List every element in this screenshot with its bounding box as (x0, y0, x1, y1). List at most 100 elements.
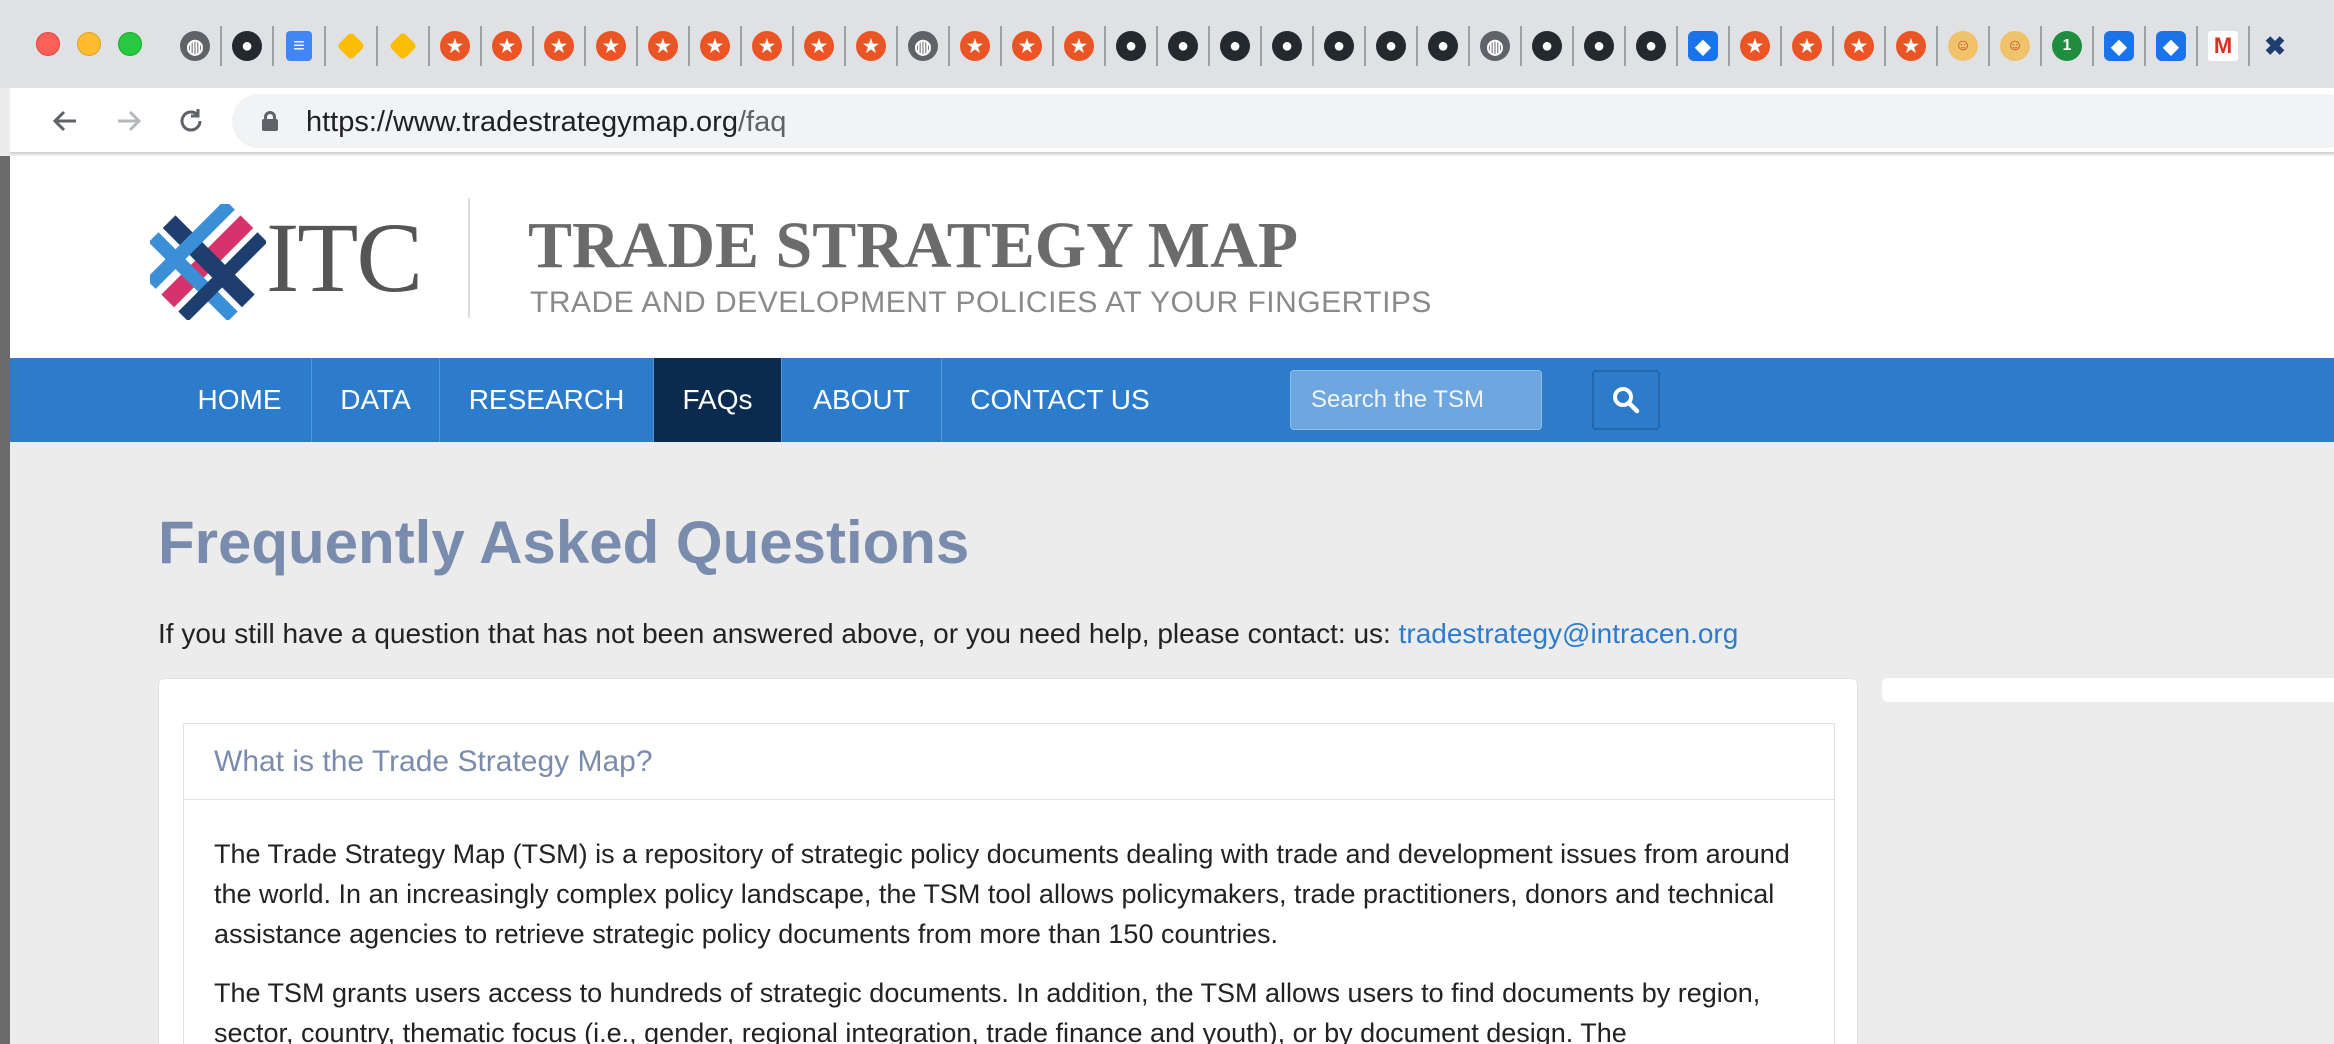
auth0-icon: ★ (700, 31, 730, 61)
pinned-tab[interactable]: ★ (532, 26, 584, 66)
forward-button[interactable] (110, 102, 148, 140)
pinned-tabs: ◍ ● ≡ ★ ★ ★ ★ ★ ★ ★ ★ ★ ◍ ★ ★ ★ ● ● ● ● ● ● ● ◍ ● ● ● ◆ ★ ★ ★ ★ ☺ ☺ 1 ◆ ◆ M ✖ (170, 26, 2300, 66)
auth0-icon: ★ (1792, 31, 1822, 61)
pinned-tab[interactable]: ● (1364, 26, 1416, 66)
itc-logo-text[interactable]: ITC (266, 200, 423, 315)
auth0-icon: ★ (804, 31, 834, 61)
github-icon: ● (1636, 31, 1666, 61)
side-panel (1882, 678, 2334, 702)
nav-label: FAQs (682, 384, 753, 415)
pinned-tab[interactable]: ● (1624, 26, 1676, 66)
address-bar[interactable]: https://www.tradestrategymap.org/faq (232, 94, 2334, 148)
nav-item-faqs[interactable]: FAQs (654, 358, 782, 442)
pinned-tab[interactable]: ◆ (2092, 26, 2144, 66)
itc-logo-icon[interactable] (145, 199, 268, 322)
auth0-icon: ★ (492, 31, 522, 61)
pinned-tab[interactable] (376, 26, 428, 66)
github-icon: ● (232, 31, 262, 61)
reload-button[interactable] (172, 102, 210, 140)
pinned-tab[interactable]: ★ (1052, 26, 1104, 66)
github-icon: ● (1532, 31, 1562, 61)
nav-label: ABOUT (813, 384, 910, 415)
github-icon: ● (1376, 31, 1406, 61)
pinned-tab[interactable]: ★ (792, 26, 844, 66)
auth0-icon: ★ (1844, 31, 1874, 61)
pinned-tab[interactable]: 1 (2040, 26, 2092, 66)
arrow-left-icon (52, 110, 76, 132)
back-button[interactable] (46, 102, 84, 140)
web-page: ITC TRADE STRATEGY MAP TRADE AND DEVELOP… (10, 156, 2334, 1044)
pinned-tab[interactable]: ● (1104, 26, 1156, 66)
nav-label: HOME (197, 384, 282, 415)
pinned-tab[interactable]: ★ (1728, 26, 1780, 66)
nav-item-data[interactable]: DATA (312, 358, 440, 442)
pinned-tab[interactable]: ★ (584, 26, 636, 66)
pinned-tab[interactable]: ✖ (2248, 26, 2300, 66)
maximize-window-button[interactable] (118, 32, 142, 56)
pinned-tab[interactable]: ★ (428, 26, 480, 66)
auth0-icon: ★ (440, 31, 470, 61)
github-icon: ● (1168, 31, 1198, 61)
nav-item-home[interactable]: HOME (168, 358, 312, 442)
pinned-tab[interactable]: ★ (740, 26, 792, 66)
pinned-tab[interactable]: ★ (1884, 26, 1936, 66)
app-icon: ◆ (2156, 31, 2186, 61)
minimize-window-button[interactable] (77, 32, 101, 56)
pinned-tab[interactable]: ☺ (1936, 26, 1988, 66)
nav-item-about[interactable]: ABOUT (782, 358, 942, 442)
pinned-tab[interactable]: ★ (480, 26, 532, 66)
pinned-tab[interactable]: ≡ (272, 26, 324, 66)
pinned-tab[interactable]: ● (1156, 26, 1208, 66)
arrow-right-icon (118, 110, 142, 132)
pinned-tab[interactable]: ★ (1000, 26, 1052, 66)
pinned-tab[interactable]: ● (1208, 26, 1260, 66)
pinned-tab[interactable]: M (2196, 26, 2248, 66)
auth0-icon: ★ (544, 31, 574, 61)
pinned-tab[interactable]: ● (1260, 26, 1312, 66)
pinned-tab[interactable]: ★ (636, 26, 688, 66)
pinned-tab[interactable]: ☺ (1988, 26, 2040, 66)
pinned-tab[interactable]: ★ (1780, 26, 1832, 66)
nav-item-research[interactable]: RESEARCH (440, 358, 654, 442)
pinned-tab[interactable]: ★ (1832, 26, 1884, 66)
site-header: ITC TRADE STRATEGY MAP TRADE AND DEVELOP… (10, 156, 2334, 358)
page-title: Frequently Asked Questions (158, 509, 970, 576)
pinned-tab[interactable]: ★ (844, 26, 896, 66)
pinned-tab[interactable]: ● (1312, 26, 1364, 66)
faq-question[interactable]: What is the Trade Strategy Map? (184, 724, 1834, 800)
search-button[interactable] (1592, 370, 1660, 430)
pinned-tab[interactable]: ◍ (1468, 26, 1520, 66)
browser-tab-bar: ◍ ● ≡ ★ ★ ★ ★ ★ ★ ★ ★ ★ ◍ ★ ★ ★ ● ● ● ● ● ● ● ◍ ● ● ● ◆ ★ ★ ★ ★ ☺ ☺ 1 ◆ ◆ M ✖ (0, 0, 2334, 88)
search-icon (1613, 387, 1640, 414)
contact-email-link[interactable]: tradestrategy@intracen.org (1399, 618, 1739, 649)
pinned-tab[interactable]: ★ (948, 26, 1000, 66)
pinned-tab[interactable]: ◍ (896, 26, 948, 66)
url-text[interactable]: https://www.tradestrategymap.org/faq (306, 106, 786, 139)
faq-answer-paragraph: The Trade Strategy Map (TSM) is a reposi… (214, 839, 1790, 949)
pinned-tab[interactable] (324, 26, 376, 66)
auth0-icon: ★ (648, 31, 678, 61)
pinned-tab[interactable]: ◆ (1676, 26, 1728, 66)
nav-item-contact-us[interactable]: CONTACT US (942, 358, 1178, 442)
close-window-button[interactable] (36, 32, 60, 56)
pinned-tab[interactable]: ★ (688, 26, 740, 66)
site-title[interactable]: TRADE STRATEGY MAP (528, 208, 1298, 284)
nav-label: DATA (340, 384, 411, 415)
badge-1-icon: 1 (2052, 31, 2082, 61)
pinned-tab[interactable]: ● (1572, 26, 1624, 66)
auth0-icon: ★ (1896, 31, 1926, 61)
app-icon: ◆ (1688, 31, 1718, 61)
pinned-tab[interactable]: ● (1520, 26, 1572, 66)
github-icon: ● (1220, 31, 1250, 61)
pinned-tab[interactable]: ● (220, 26, 272, 66)
lock-icon (262, 111, 278, 131)
faq-answer: The Trade Strategy Map (TSM) is a reposi… (184, 800, 1834, 1044)
github-icon: ● (1272, 31, 1302, 61)
pinned-tab[interactable]: ◆ (2144, 26, 2196, 66)
face-icon: ☺ (1948, 31, 1978, 61)
pinned-tab[interactable]: ◍ (170, 26, 220, 66)
auth0-icon: ★ (960, 31, 990, 61)
pinned-tab[interactable]: ● (1416, 26, 1468, 66)
auth0-icon: ★ (1012, 31, 1042, 61)
search-input[interactable] (1290, 370, 1542, 430)
